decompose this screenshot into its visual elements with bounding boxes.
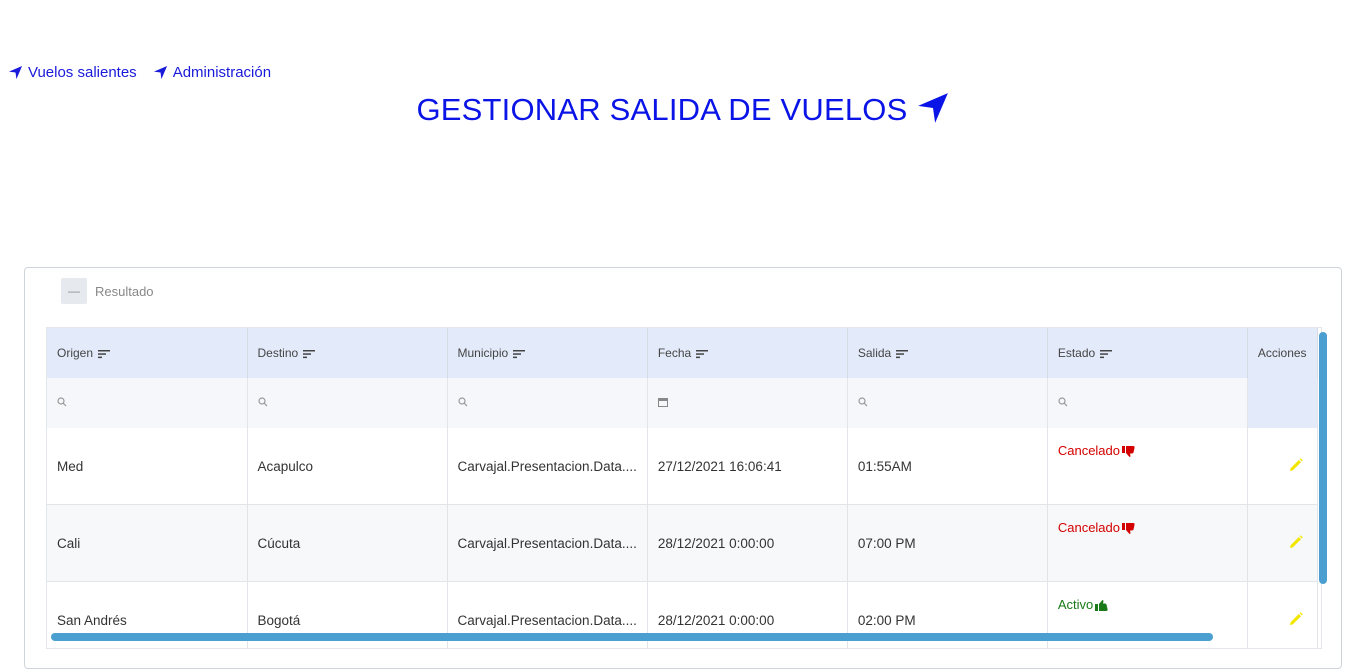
cell-origen: Med [47,428,248,505]
column-header-destino[interactable]: Destino [247,328,448,378]
thumbs-down-icon [1122,446,1135,458]
search-icon [257,396,267,406]
table-row[interactable]: Med Acapulco Carvajal.Presentacion.Data.… [47,428,1318,505]
edit-pencil-icon[interactable] [1289,457,1303,472]
filter-cell-municipio[interactable] [447,378,648,428]
column-label: Destino [257,346,299,360]
cell-destino: Cúcuta [247,504,448,582]
cell-origen: Cali [47,504,248,582]
search-icon [1058,396,1068,406]
cell-salida: 01:55AM [847,428,1048,505]
location-arrow-icon [153,65,167,80]
cell-municipio: Carvajal.Presentacion.Data.... [447,428,648,505]
data-grid: Origen Destino Municipio Fecha Salida Es… [46,327,1322,649]
column-label: Municipio [457,346,509,360]
nav-link-vuelos-salientes[interactable]: Vuelos salientes [8,64,137,81]
column-header-fecha[interactable]: Fecha [647,328,848,378]
nav-link-label: Administración [172,64,272,81]
column-label: Salida [857,346,892,360]
filter-cell-salida[interactable] [847,378,1048,428]
vertical-scrollbar[interactable] [1319,332,1327,584]
edit-pencil-icon[interactable] [1289,534,1303,549]
cell-estado: Cancelado [1047,504,1248,582]
status-badge: Cancelado [1057,443,1120,458]
panel-title: Resultado [95,283,154,299]
column-header-municipio[interactable]: Municipio [447,328,648,378]
cell-municipio: Carvajal.Presentacion.Data.... [447,504,648,582]
sort-icon[interactable] [696,349,709,359]
flights-table: Origen Destino Municipio Fecha Salida Es… [47,328,1318,648]
search-icon [457,396,467,406]
sort-icon[interactable] [98,349,111,359]
filter-row [47,378,1318,428]
filter-cell-estado[interactable] [1047,378,1248,428]
cell-estado: Cancelado [1047,428,1248,505]
status-badge: Activo [1057,597,1094,612]
filter-cell-destino[interactable] [247,378,448,428]
cell-fecha: 28/12/2021 0:00:00 [647,504,848,582]
column-label: Fecha [657,346,692,360]
table-row[interactable]: Cali Cúcuta Carvajal.Presentacion.Data..… [47,504,1318,582]
sort-icon[interactable] [303,349,316,359]
column-label: Estado [1057,346,1096,360]
column-header-acciones: Acciones [1247,328,1318,378]
page-title: GESTIONAR SALIDA DE VUELOS [0,92,1366,128]
header-row: Origen Destino Municipio Fecha Salida Es… [47,328,1318,378]
cell-fecha: 27/12/2021 16:06:41 [647,428,848,505]
location-arrow-icon [8,65,23,80]
nav-link-administracion[interactable]: Administración [153,64,271,81]
column-header-origen[interactable]: Origen [47,328,248,378]
cell-acciones [1247,581,1318,648]
cell-acciones [1247,428,1318,505]
result-panel: — Resultado Origen Destino Municipio Fec… [24,267,1342,669]
sort-icon[interactable] [1100,349,1113,359]
column-header-estado[interactable]: Estado [1047,328,1248,378]
top-nav: Vuelos salientes Administración [8,64,271,81]
page-title-text: GESTIONAR SALIDA DE VUELOS [416,92,908,127]
column-header-salida[interactable]: Salida [847,328,1048,378]
thumbs-down-icon [1122,523,1135,535]
edit-pencil-icon[interactable] [1289,611,1303,626]
thumbs-up-icon [1095,600,1108,612]
column-label: Origen [57,346,94,360]
collapse-button[interactable]: — [61,278,87,304]
nav-link-label: Vuelos salientes [28,64,137,81]
calendar-icon [657,397,668,407]
cell-destino: Acapulco [247,428,448,505]
search-icon [858,396,868,406]
column-label: Acciones [1257,346,1307,360]
filter-cell-fecha[interactable] [647,378,848,428]
cell-salida: 07:00 PM [847,504,1048,582]
horizontal-scrollbar[interactable] [51,633,1213,641]
sort-icon[interactable] [513,349,526,359]
location-arrow-icon [917,93,948,123]
search-icon [57,396,67,406]
cell-acciones [1247,504,1318,582]
filter-cell-acciones [1247,378,1318,428]
status-badge: Cancelado [1057,520,1120,535]
panel-header: — Resultado [61,278,154,304]
sort-icon[interactable] [896,349,909,359]
filter-cell-origen[interactable] [47,378,248,428]
